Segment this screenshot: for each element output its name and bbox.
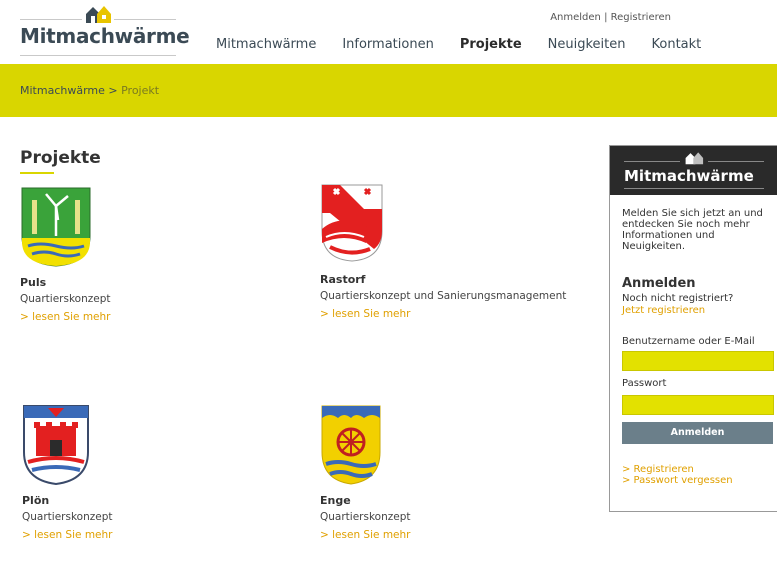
puls-crest-icon[interactable] [20, 186, 92, 268]
auth-separator: | [604, 12, 608, 23]
breadcrumb-band: Mitmachwärme > Projekt [0, 64, 777, 117]
page-title: Projekte [20, 148, 101, 168]
logo-text: Mitmachwärme [20, 24, 190, 48]
sidebar-logo-rule-right [708, 161, 764, 162]
not-registered-text: Noch nicht registriert? [622, 293, 734, 304]
project-card-puls: Puls Quartierskonzept > lesen Sie mehr [20, 186, 300, 323]
project-name: Plön [22, 494, 50, 507]
login-sidebar: Mitmachwärme Melden Sie sich jetzt an un… [609, 145, 777, 512]
nav-item-neuigkeiten[interactable]: Neuigkeiten [548, 37, 626, 52]
logo-rule-right [114, 19, 176, 20]
house-logo-icon [86, 6, 111, 23]
password-label: Passwort [622, 378, 667, 389]
read-more-link[interactable]: > lesen Sie mehr [20, 311, 300, 323]
login-heading: Anmelden [622, 276, 696, 291]
project-type: Quartierskonzept [320, 511, 411, 523]
ploen-crest-icon[interactable] [22, 404, 94, 486]
sidebar-logo-rule-left [624, 161, 680, 162]
register-link[interactable]: Registrieren [611, 12, 671, 23]
project-type: Quartierskonzept und Sanierungsmanagemen… [320, 290, 567, 302]
house-logo-icon [685, 152, 704, 165]
site-logo[interactable]: Mitmachwärme [20, 4, 190, 60]
username-field[interactable] [622, 351, 774, 371]
read-more-link[interactable]: > lesen Sie mehr [22, 529, 302, 541]
title-underline [20, 172, 54, 174]
project-name: Puls [20, 276, 47, 289]
register-now-link[interactable]: Jetzt registrieren [622, 305, 705, 316]
forgot-password-link[interactable]: > Passwort vergessen [622, 475, 733, 486]
nav-item-projekte[interactable]: Projekte [460, 37, 522, 52]
project-card-ploen: Plön Quartierskonzept > lesen Sie mehr [22, 404, 302, 541]
nav-item-informationen[interactable]: Informationen [342, 37, 434, 52]
rastorf-crest-icon[interactable] [320, 183, 392, 265]
breadcrumb-current: Projekt [121, 84, 160, 97]
project-type: Quartierskonzept [22, 511, 113, 523]
login-button[interactable]: Anmelden [622, 422, 773, 444]
enge-crest-icon[interactable] [320, 404, 392, 486]
read-more-link[interactable]: > lesen Sie mehr [320, 529, 600, 541]
username-label: Benutzername oder E-Mail [622, 336, 755, 347]
main-nav: Mitmachwärme Informationen Projekte Neui… [216, 37, 727, 52]
project-name: Enge [320, 494, 351, 507]
project-type: Quartierskonzept [20, 293, 111, 305]
read-more-link[interactable]: > lesen Sie mehr [320, 308, 610, 320]
nav-item-mitmachwaerme[interactable]: Mitmachwärme [216, 37, 316, 52]
auth-links: Anmelden | Registrieren [550, 12, 671, 23]
register-link[interactable]: > Registrieren [622, 464, 733, 475]
breadcrumb-root[interactable]: Mitmachwärme [20, 84, 105, 97]
sidebar-logo: Mitmachwärme [610, 146, 777, 195]
breadcrumb-separator: > [108, 84, 118, 97]
sidebar-intro: Melden Sie sich jetzt an und entdecken S… [622, 208, 763, 252]
sidebar-links: > Registrieren > Passwort vergessen [622, 464, 733, 486]
sidebar-logo-underline [624, 188, 764, 189]
login-link[interactable]: Anmelden [550, 12, 601, 23]
logo-rule-left [20, 19, 82, 20]
sidebar-logo-text: Mitmachwärme [624, 167, 754, 185]
nav-item-kontakt[interactable]: Kontakt [652, 37, 702, 52]
password-field[interactable] [622, 395, 774, 415]
logo-underline [20, 55, 176, 56]
project-card-enge: Enge Quartierskonzept > lesen Sie mehr [320, 404, 600, 541]
breadcrumb: Mitmachwärme > Projekt [20, 84, 159, 97]
project-card-rastorf: Rastorf Quartierskonzept und Sanierungsm… [320, 183, 610, 320]
project-name: Rastorf [320, 273, 366, 286]
